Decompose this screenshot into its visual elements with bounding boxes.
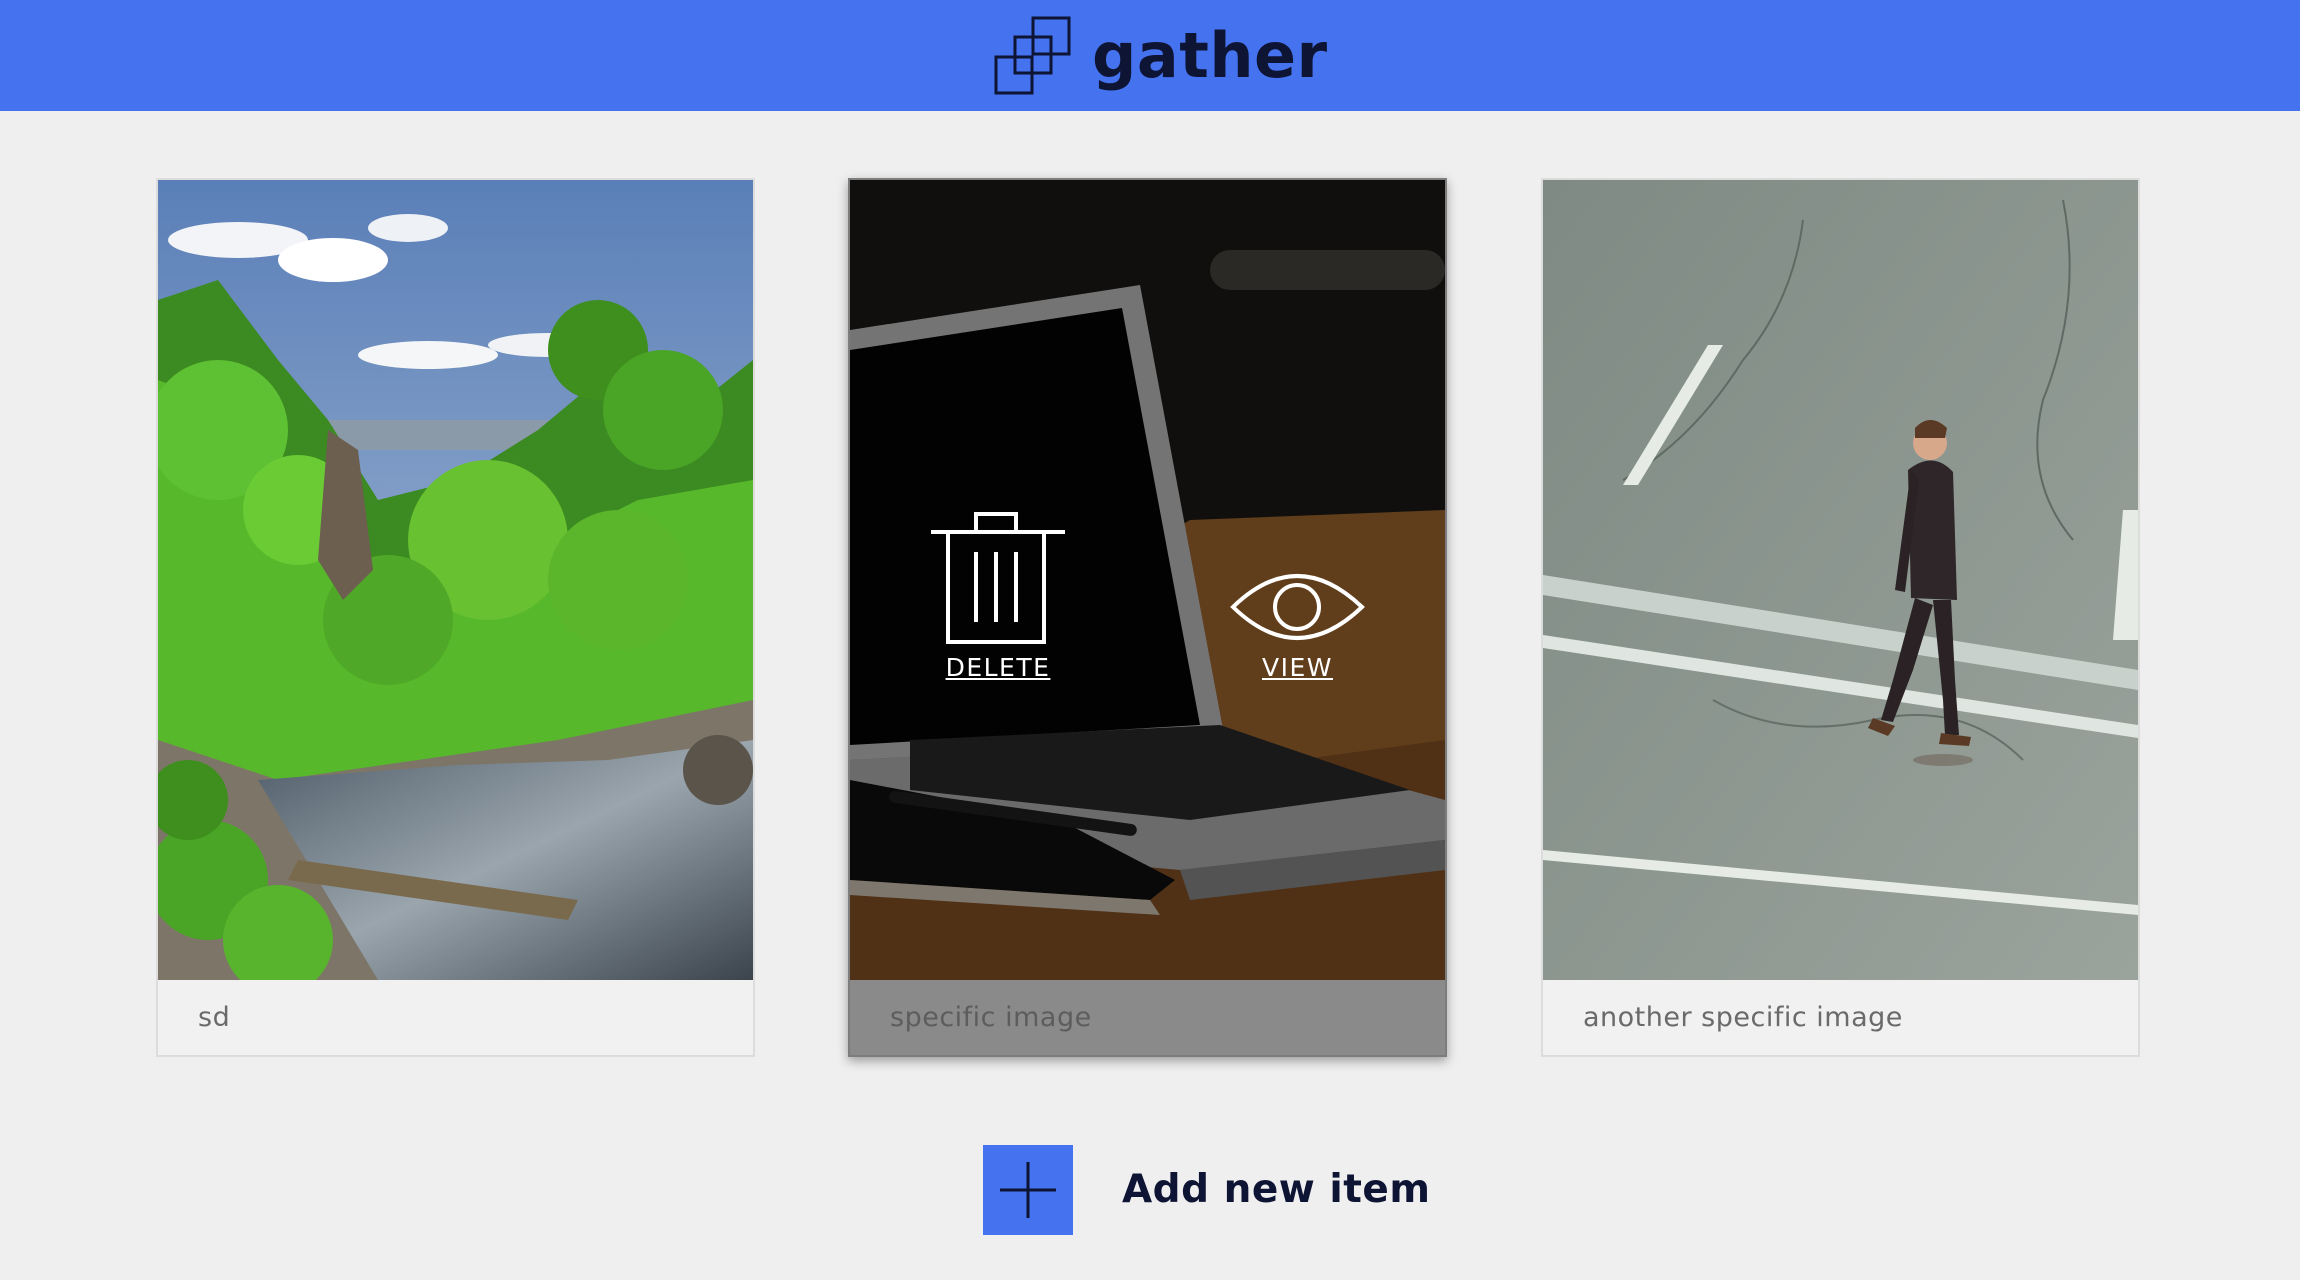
plus-icon	[1000, 1162, 1056, 1218]
add-item-button[interactable]	[983, 1145, 1073, 1235]
view-button[interactable]: VIEW	[1230, 570, 1365, 682]
stacked-squares-icon[interactable]	[993, 15, 1073, 97]
app-header: gather	[0, 0, 2300, 111]
gallery-card[interactable]: DELETE VIEW specific image	[848, 178, 1447, 1057]
add-item-label[interactable]: Add new item	[1122, 1165, 1431, 1215]
card-caption: specific image	[850, 980, 1445, 1055]
man-walking-road-photo[interactable]	[1543, 180, 2138, 980]
gallery-card[interactable]: sd	[156, 178, 755, 1057]
card-caption: sd	[198, 1002, 231, 1033]
eye-icon	[1230, 574, 1365, 640]
laptop-desk-photo[interactable]: DELETE VIEW	[850, 180, 1445, 980]
delete-button[interactable]: DELETE	[928, 510, 1068, 682]
trash-icon	[931, 512, 1065, 644]
card-caption: another specific image	[1583, 1002, 1903, 1033]
delete-label[interactable]: DELETE	[928, 653, 1068, 682]
view-label[interactable]: VIEW	[1230, 653, 1365, 682]
brand-title[interactable]: gather	[1092, 18, 1328, 94]
forest-river-photo[interactable]	[158, 180, 753, 980]
gallery-card[interactable]: another specific image	[1541, 178, 2140, 1057]
